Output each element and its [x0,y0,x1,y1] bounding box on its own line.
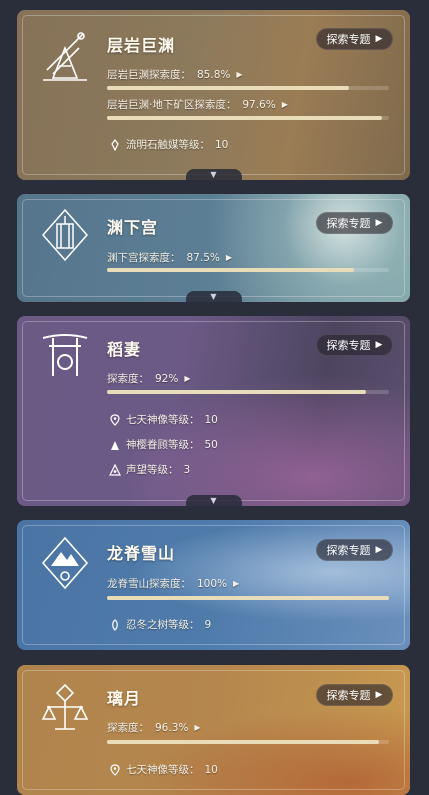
explore-topic-button[interactable]: 探索专题 ▶ [316,684,393,706]
caret-right-icon: ▶ [194,723,201,732]
exploration-stat[interactable]: 龙脊雪山探索度： 100% ▶ [107,576,239,591]
region-title: 渊下宫 [107,218,159,237]
progress-bar [107,596,389,600]
region-title: 璃月 [107,689,142,708]
exploration-stat[interactable]: 层岩巨渊探索度： 85.8% ▶ [107,67,243,82]
region-title: 稻妻 [107,340,142,359]
lumenstone-icon [111,138,119,151]
chevron-right-icon: ▶ [375,690,383,700]
region-card-chasm[interactable]: 层岩巨渊 探索专题 ▶ 层岩巨渊探索度： 85.8% ▶ 层岩巨渊·地下矿区探索度： 9… [17,10,410,180]
chevron-down-icon: ▼ [210,292,217,301]
reputation-icon [109,463,121,476]
sakura-tree-icon [111,440,119,450]
region-title: 层岩巨渊 [107,36,176,55]
progress-bar [107,86,389,90]
enkanomiya-emblem-icon [42,208,88,262]
exploration-stat[interactable]: 探索度： 96.3% ▶ [107,720,201,735]
caret-right-icon: ▶ [233,579,240,588]
progress-bar [107,390,389,394]
exploration-stat[interactable]: 渊下宫探索度： 87.5% ▶ [107,250,232,265]
explore-topic-button[interactable]: 探索专题 ▶ [316,539,393,561]
chevron-right-icon: ▶ [375,218,383,228]
caret-right-icon: ▶ [225,253,233,262]
caret-right-icon: ▶ [236,70,243,79]
level-row: 七天神像等级： 10 [109,762,218,777]
caret-right-icon: ▶ [184,374,191,383]
chevron-down-icon: ▼ [210,170,217,179]
mining-rig-emblem-icon [43,32,87,81]
expand-toggle[interactable]: ▼ [185,291,242,302]
level-row: 流明石触媒等级： 10 [109,137,228,152]
chevron-right-icon: ▶ [375,34,383,44]
chevron-right-icon: ▶ [375,545,383,555]
explore-topic-button[interactable]: 探索专题 ▶ [316,212,393,234]
region-card-liyue[interactable]: 璃月 探索专题 ▶ 探索度： 96.3% ▶ 七天神像等级： 10 [17,665,410,795]
caret-right-icon: ▶ [281,100,288,109]
exploration-page: 层岩巨渊 探索专题 ▶ 层岩巨渊探索度： 85.8% ▶ 层岩巨渊·地下矿区探索度： 9… [0,0,429,795]
region-title: 龙脊雪山 [107,544,176,563]
location-pin-icon [110,413,120,426]
explore-topic-button[interactable]: 探索专题 ▶ [316,28,393,50]
expand-toggle[interactable]: ▼ [185,495,242,506]
progress-bar [107,740,389,744]
region-card-dragonspine[interactable]: 龙脊雪山 探索专题 ▶ 龙脊雪山探索度： 100% ▶ 忍冬之树等级： 9 [17,520,410,650]
region-card-inazuma[interactable]: 稻妻 探索专题 ▶ 探索度： 92% ▶ 七天神像等级： 10 神樱眷顾等级： 50 声望… [17,316,410,506]
chevron-right-icon: ▶ [375,340,383,350]
liyue-emblem-icon [41,683,89,730]
level-row: 声望等级： 3 [109,462,190,477]
progress-bar [107,116,389,120]
level-row: 神樱眷顾等级： 50 [109,437,218,452]
chevron-down-icon: ▼ [210,496,217,505]
progress-bar [107,268,389,272]
expand-toggle[interactable]: ▼ [185,169,242,180]
level-row: 七天神像等级： 10 [109,412,218,427]
level-row: 忍冬之树等级： 9 [109,617,211,632]
location-pin-icon [110,763,120,776]
explore-topic-button[interactable]: 探索专题 ▶ [316,334,393,356]
exploration-stat[interactable]: 层岩巨渊·地下矿区探索度： 97.6% ▶ [107,97,288,112]
exploration-stat[interactable]: 探索度： 92% ▶ [107,371,191,386]
snow-mountain-emblem-icon [41,536,89,590]
region-card-enkanomiya[interactable]: 渊下宫 探索专题 ▶ 渊下宫探索度： 87.5% ▶ ▼ [17,194,410,302]
torii-emblem-icon [42,334,88,376]
frostbearing-tree-icon [112,618,118,631]
